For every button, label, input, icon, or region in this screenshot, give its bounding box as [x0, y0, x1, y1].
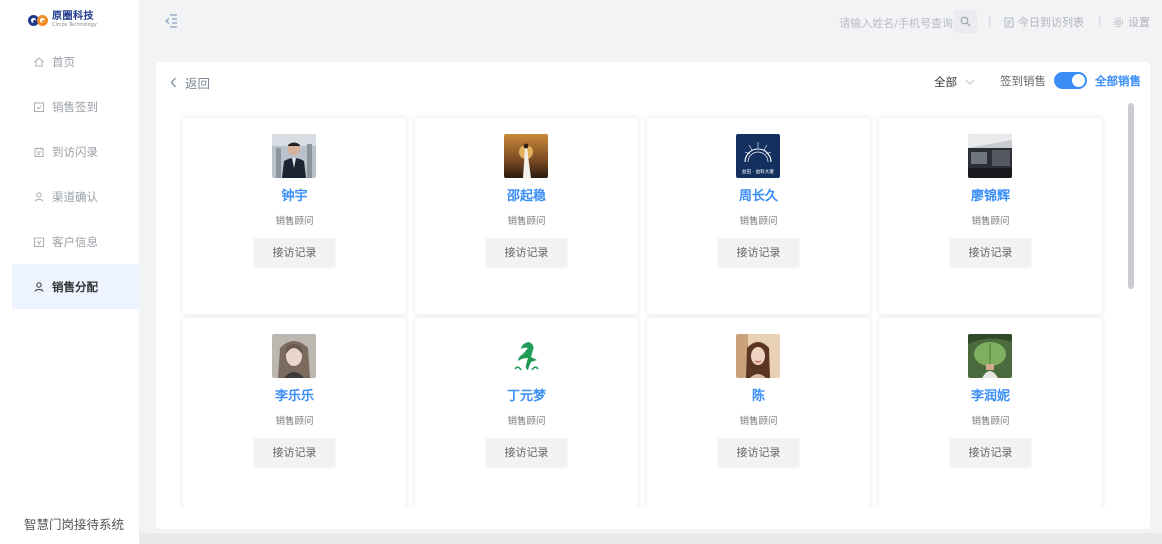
avatar[interactable] — [968, 134, 1012, 178]
sales-card: 益田 · 益科大厦 周长久 销售顾问 接访记录 — [647, 118, 870, 314]
sales-name: 廖锦辉 — [970, 189, 1010, 204]
sidebar-item-label: 渠道确认 — [52, 189, 98, 204]
sidebar-item-visit-record[interactable]: 到访闪录 — [12, 129, 139, 174]
sales-role: 销售顾问 — [275, 216, 314, 227]
document-icon — [1004, 17, 1014, 27]
sidebar-item-label: 销售签到 — [52, 99, 98, 114]
sales-role: 销售顾问 — [971, 216, 1010, 227]
sales-name: 钟宇 — [281, 189, 308, 204]
sales-card: 廖锦辉 销售顾问 接访记录 — [879, 118, 1102, 314]
settings-label: 设置 — [1128, 16, 1150, 29]
brand-logo-mark-icon — [28, 14, 48, 26]
visit-record-button[interactable]: 接访记录 — [486, 438, 567, 466]
settings-link[interactable]: 设置 — [1113, 14, 1150, 30]
filter-value: 全部 — [934, 75, 957, 89]
avatar[interactable] — [968, 334, 1012, 378]
back-button[interactable]: 返回 — [170, 73, 210, 92]
sales-card: 丁元梦 销售顾问 接访记录 — [415, 318, 638, 507]
sales-card: 李润妮 销售顾问 接访记录 — [879, 318, 1102, 507]
search-input[interactable] — [811, 12, 955, 34]
sales-card: 陈 销售顾问 接访记录 — [647, 318, 870, 507]
search-icon — [960, 16, 971, 27]
sales-role: 销售顾问 — [739, 216, 778, 227]
chevron-down-icon — [965, 79, 975, 85]
sales-role: 销售顾问 — [507, 416, 546, 427]
header-separator: | — [1098, 14, 1102, 27]
today-visits-link[interactable]: 今日到访列表 — [1004, 14, 1084, 30]
brand-name: 原圈科技 — [52, 11, 94, 22]
sales-role: 销售顾问 — [971, 416, 1010, 427]
sidebar-item-checkin[interactable]: 销售签到 — [12, 84, 139, 129]
sidebar: 原圈科技 Circos Technology 首页 销售签到 到访闪录 渠道确认… — [0, 0, 139, 544]
sales-name: 李润妮 — [970, 389, 1010, 404]
visit-record-icon — [33, 146, 45, 158]
visit-record-button[interactable]: 接访记录 — [254, 438, 335, 466]
assign-icon — [33, 281, 45, 293]
visit-record-button[interactable]: 接访记录 — [950, 238, 1031, 266]
chevron-left-icon — [170, 77, 176, 88]
search-button[interactable] — [954, 10, 977, 33]
visit-record-button[interactable]: 接访记录 — [718, 438, 799, 466]
sidebar-item-label: 到访闪录 — [52, 144, 98, 159]
horizontal-scrollbar[interactable] — [139, 533, 1162, 544]
home-icon — [33, 56, 45, 68]
sales-card-grid: 钟宇 销售顾问 接访记录 邵起稳 销售顾问 接访记录 益田 · 益科大厦 周长久… — [175, 112, 1105, 507]
channel-icon — [33, 191, 45, 203]
collapse-menu-icon[interactable] — [164, 13, 178, 33]
avatar[interactable] — [504, 334, 548, 378]
sales-name: 丁元梦 — [506, 389, 546, 404]
brand-name-en: Circos Technology — [52, 22, 97, 28]
sales-name: 邵起稳 — [506, 189, 546, 204]
top-header: | 今日到访列表 | 设置 — [139, 0, 1162, 44]
sidebar-nav: 首页 销售签到 到访闪录 渠道确认 客户信息 销售分配 — [12, 39, 139, 309]
avatar[interactable] — [504, 134, 548, 178]
sidebar-item-home[interactable]: 首页 — [12, 39, 139, 84]
avatar[interactable] — [272, 134, 316, 178]
sales-toggle-group: 签到销售 全部销售 — [1000, 72, 1141, 89]
visit-record-button[interactable]: 接访记录 — [950, 438, 1031, 466]
sales-name: 陈 — [751, 389, 765, 404]
sales-role: 销售顾问 — [739, 416, 778, 427]
avatar[interactable]: 益田 · 益科大厦 — [736, 134, 780, 178]
customer-info-icon — [33, 236, 45, 248]
today-visits-label: 今日到访列表 — [1018, 16, 1084, 29]
avatar[interactable] — [272, 334, 316, 378]
sales-role: 销售顾问 — [275, 416, 314, 427]
visit-record-button[interactable]: 接访记录 — [718, 238, 799, 266]
sales-card: 李乐乐 销售顾问 接访记录 — [183, 318, 406, 507]
sidebar-item-sales-assign[interactable]: 销售分配 — [12, 264, 139, 309]
sales-card: 钟宇 销售顾问 接访记录 — [183, 118, 406, 314]
sales-card: 邵起稳 销售顾问 接访记录 — [415, 118, 638, 314]
card-list-scrollbar[interactable] — [1127, 102, 1136, 507]
sales-role: 销售顾问 — [507, 216, 546, 227]
sidebar-item-label: 销售分配 — [52, 279, 98, 294]
toggle-right-label[interactable]: 全部销售 — [1095, 73, 1141, 89]
header-separator: | — [988, 14, 992, 27]
back-label: 返回 — [185, 76, 211, 91]
sales-name: 李乐乐 — [274, 389, 314, 404]
sidebar-item-channel[interactable]: 渠道确认 — [12, 174, 139, 219]
sidebar-item-customer-info[interactable]: 客户信息 — [12, 219, 139, 264]
toggle-left-label[interactable]: 签到销售 — [1000, 73, 1046, 89]
tower-logo-caption: 益田 · 益科大厦 — [742, 168, 774, 175]
main-panel: 返回 全部 签到销售 全部销售 钟宇 销售顾问 接访记录 邵起稳 销售顾问 接访… — [156, 62, 1150, 529]
checkin-icon — [33, 101, 45, 113]
gear-icon — [1113, 17, 1124, 27]
system-name: 智慧门岗接待系统 — [24, 517, 125, 532]
avatar[interactable] — [736, 334, 780, 378]
filter-select[interactable]: 全部 — [934, 74, 975, 90]
visit-record-button[interactable]: 接访记录 — [486, 238, 567, 266]
sidebar-item-label: 首页 — [52, 54, 75, 69]
sales-name: 周长久 — [738, 189, 778, 204]
sidebar-item-label: 客户信息 — [52, 234, 98, 249]
scrollbar-thumb[interactable] — [1128, 103, 1134, 289]
visit-record-button[interactable]: 接访记录 — [254, 238, 335, 266]
brand-logo[interactable]: 原圈科技 Circos Technology — [28, 12, 97, 28]
sales-toggle-switch[interactable] — [1054, 72, 1087, 89]
